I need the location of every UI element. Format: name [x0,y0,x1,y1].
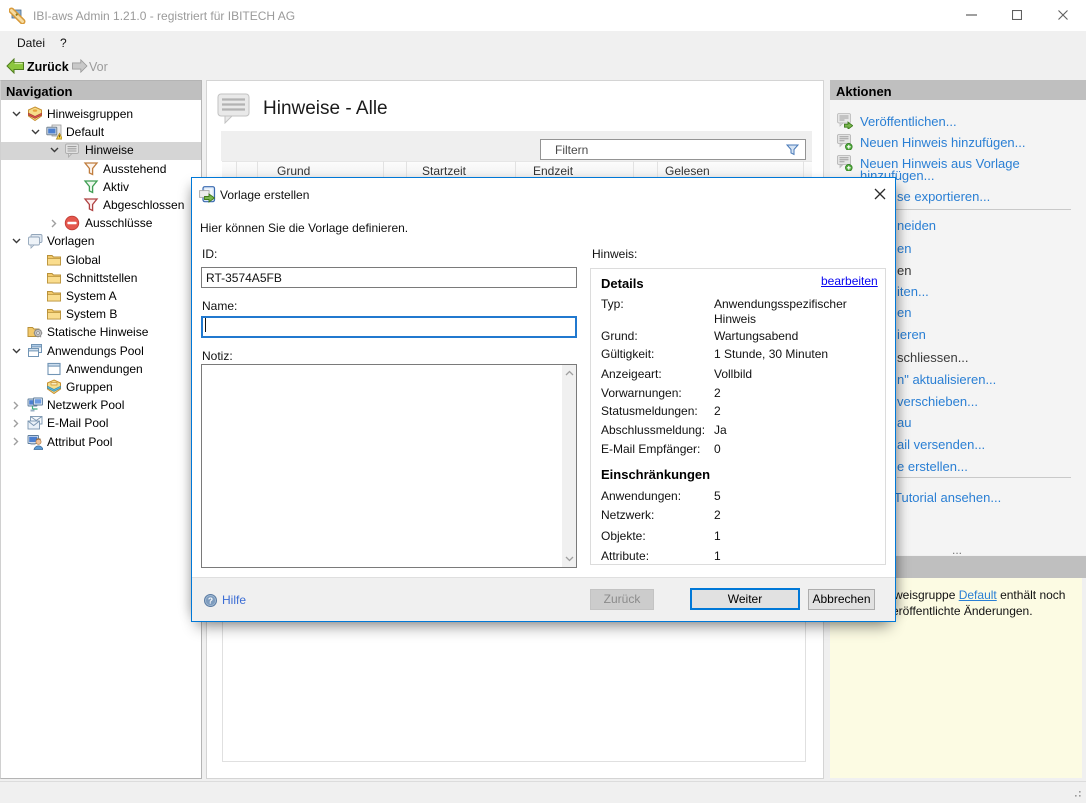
svg-text:?: ? [208,596,213,606]
